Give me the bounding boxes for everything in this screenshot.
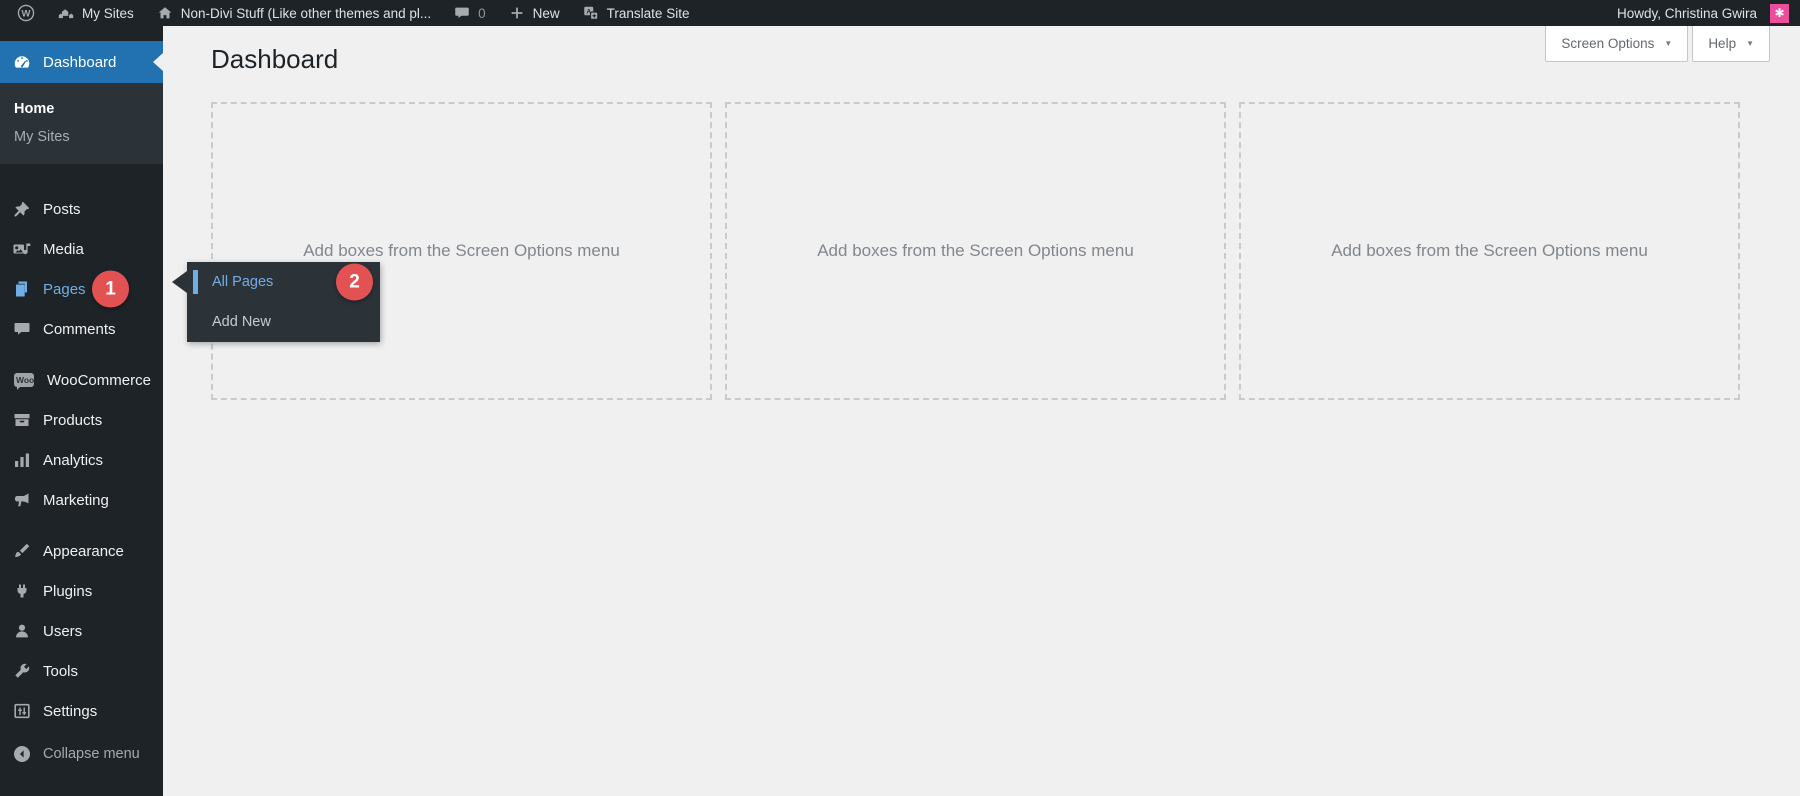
sidebar-item-plugins[interactable]: Plugins [0,571,163,611]
my-sites-label: My Sites [82,5,134,21]
wordpress-logo-menu[interactable]: W [6,0,46,26]
screen-options-label: Screen Options [1561,36,1655,51]
sidebar-item-label: Settings [43,702,98,720]
empty-column-placeholder: Add boxes from the Screen Options menu [1331,241,1648,260]
new-content-menu[interactable]: New [497,0,571,26]
collapse-menu-button[interactable]: Collapse menu [0,734,163,774]
dashboard-widget-columns: Add boxes from the Screen Options menu A… [211,102,1740,400]
admin-bar-right: Howdy, Christina Gwira ✱ [1606,0,1800,26]
site-name-menu[interactable]: Non-Divi Stuff (Like other themes and pl… [145,0,442,26]
sidebar-item-tools[interactable]: Tools [0,651,163,691]
dashboard-submenu: Home My Sites [0,83,163,164]
woocommerce-icon: Woo [14,372,34,390]
sidebar-item-label: Comments [43,320,116,338]
sidebar-item-woocommerce[interactable]: Woo WooCommerce [0,360,163,400]
wrench-icon [15,663,30,678]
screen-options-button[interactable]: Screen Options ▼ [1545,26,1689,62]
sidebar-item-label: Dashboard [43,53,117,71]
sidebar-item-label: Appearance [43,542,124,560]
step-annotation-2: 2 [336,263,373,301]
sidebar-item-posts[interactable]: Posts [0,189,163,229]
sidebar-item-appearance[interactable]: Appearance [0,531,163,571]
svg-text:W: W [22,9,31,20]
chevron-down-icon: ▼ [1746,39,1754,48]
empty-column-placeholder: Add boxes from the Screen Options menu [303,241,620,260]
sidebar-item-label: Pages [43,280,86,298]
sidebar-item-media[interactable]: Media [0,229,163,269]
wordpress-logo-icon: W [17,4,35,22]
paintbrush-icon [15,543,30,558]
sidebar-item-label: Plugins [43,582,93,600]
site-name-label: Non-Divi Stuff (Like other themes and pl… [180,5,432,21]
multisite-icon [58,9,74,19]
comments-icon [14,323,30,335]
sidebar-item-dashboard[interactable]: Dashboard [0,41,163,83]
sidebar-item-label: Posts [43,200,81,218]
account-menu[interactable]: Howdy, Christina Gwira ✱ [1606,0,1800,26]
pages-flyout-submenu: All Pages 2 Add New [172,262,380,342]
home-icon [158,7,172,19]
media-icon [13,243,31,255]
flyout-item-all-pages[interactable]: All Pages 2 [187,262,380,302]
page-title: Dashboard [211,44,339,74]
megaphone-icon [15,493,29,507]
sidebar-item-label: Tools [43,662,79,680]
sidebar-item-label: Media [43,240,84,258]
plug-icon [17,584,27,598]
flyout-item-label: Add New [212,314,271,330]
translate-site-menu[interactable]: A ✦ Translate Site [571,0,701,26]
sidebar-item-pages[interactable]: Pages 1 [0,269,163,309]
flyout-item-label: All Pages [212,274,274,290]
sidebar-item-marketing[interactable]: Marketing [0,480,163,520]
empty-widget-column-3: Add boxes from the Screen Options menu [1239,102,1740,400]
sidebar-item-label: Analytics [43,451,104,469]
new-label: New [532,5,560,21]
comment-bubble-icon [455,7,469,19]
pages-icon [16,281,27,297]
svg-text:✦: ✦ [591,13,596,20]
collapse-arrow-icon [14,746,30,762]
sidebar-subitem-my-sites[interactable]: My Sites [0,123,163,151]
chevron-down-icon: ▼ [1664,39,1673,48]
sidebar-item-label: Users [43,622,83,640]
user-icon [16,624,28,638]
pushpin-icon [14,201,30,217]
settings-sliders-icon [14,703,30,719]
help-label: Help [1708,36,1737,51]
sidebar-item-products[interactable]: Products [0,400,163,440]
howdy-label: Howdy, Christina Gwira [1616,5,1757,21]
sidebar-item-label: Marketing [43,491,109,509]
flyout-item-add-new[interactable]: Add New [187,302,380,342]
bar-chart-icon [15,453,29,467]
help-button[interactable]: Help ▼ [1692,26,1770,62]
my-sites-menu[interactable]: My Sites [46,0,145,26]
collapse-menu-label: Collapse menu [43,746,140,762]
sidebar-item-settings[interactable]: Settings [0,691,163,731]
empty-widget-column-1: Add boxes from the Screen Options menu [211,102,712,400]
plus-icon [511,7,523,19]
sidebar-item-analytics[interactable]: Analytics [0,440,163,480]
sidebar-item-label: Products [43,411,103,429]
sidebar-item-label: WooCommerce [47,371,151,389]
admin-bar-left: W My Sites Non-Divi Stuff (Like other th… [6,0,700,26]
avatar: ✱ [1770,3,1789,23]
translate-label: Translate Site [606,5,690,21]
translate-icon: A ✦ [583,6,598,20]
admin-sidebar: Dashboard Home My Sites Posts Media Page… [0,26,163,796]
sidebar-item-users[interactable]: Users [0,611,163,651]
comments-menu[interactable]: 0 [442,0,497,26]
products-box-icon [14,414,30,426]
sidebar-item-comments[interactable]: Comments [0,309,163,349]
sidebar-subitem-home[interactable]: Home [0,95,163,123]
comment-count: 0 [478,5,486,21]
empty-widget-column-2: Add boxes from the Screen Options menu [725,102,1226,400]
step-annotation-1: 1 [92,270,129,308]
empty-column-placeholder: Add boxes from the Screen Options menu [817,241,1134,260]
screen-meta-links: Screen Options ▼ Help ▼ [1545,26,1770,62]
admin-bar: W My Sites Non-Divi Stuff (Like other th… [0,0,1800,26]
dashboard-gauge-icon [14,56,30,68]
